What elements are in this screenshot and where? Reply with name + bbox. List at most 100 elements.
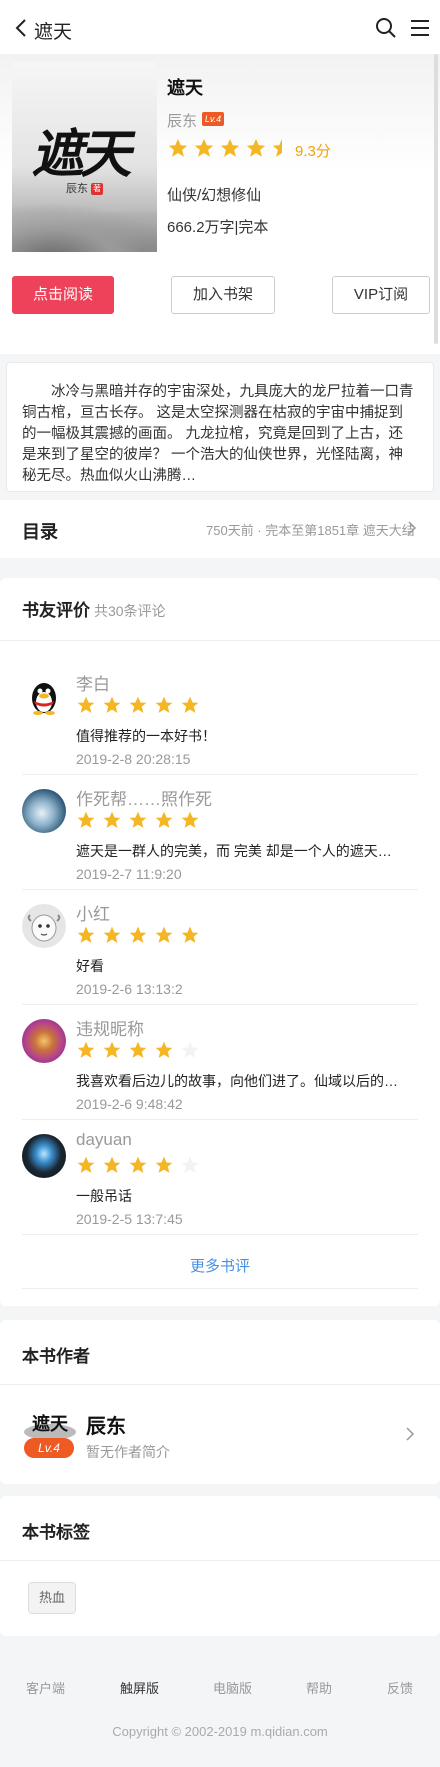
chevron-left-icon[interactable] bbox=[10, 16, 34, 40]
star-icon bbox=[194, 138, 214, 157]
cover-seal: 著 bbox=[91, 183, 104, 196]
cover-mountains bbox=[12, 202, 157, 252]
sheep-avatar bbox=[22, 904, 66, 948]
author-avatar[interactable]: 遮天 bbox=[24, 1406, 76, 1440]
book-intro-text: 冰冷与黑暗并存的宇宙深处，九具庞大的龙尸拉着一口青铜古棺，亘古长存。 这是太空探… bbox=[22, 384, 414, 484]
book-word-count: 666.2万字|完本 bbox=[167, 219, 269, 236]
star-icon bbox=[129, 1041, 147, 1058]
review-text: 遮天是一群人的完美，而 完美 却是一个人的遮天… bbox=[76, 843, 392, 859]
star-icon bbox=[129, 926, 147, 943]
review-item[interactable]: 小红 好看 2019-2-6 13:13:2 bbox=[22, 890, 418, 1005]
more-reviews-link[interactable]: 更多书评 bbox=[0, 1255, 440, 1276]
add-to-shelf-button[interactable]: 加入书架 bbox=[171, 276, 275, 314]
review-item[interactable]: dayuan 一般吊话 2019-2-5 13:7:45 bbox=[22, 1120, 418, 1235]
tags-section-title: 本书标签 bbox=[22, 1523, 90, 1542]
author-level-badge: Lv.4 bbox=[24, 1438, 74, 1458]
star-icon bbox=[103, 1156, 121, 1173]
star-icon bbox=[181, 696, 199, 713]
copyright: Copyright © 2002-2019 m.qidian.com bbox=[112, 1724, 328, 1739]
vip-subscribe-button[interactable]: VIP订阅 bbox=[332, 276, 430, 314]
review-stars bbox=[76, 695, 200, 715]
rating-stars bbox=[167, 137, 293, 159]
author-name[interactable]: 辰东 bbox=[86, 1410, 126, 1439]
review-item[interactable]: 作死帮……照作死 遮天是一群人的完美，而 完美 却是一个人的遮天… 2019-2… bbox=[22, 775, 418, 890]
footer-link-feedback[interactable]: 反馈 bbox=[387, 1678, 413, 1697]
footer-link-help[interactable]: 帮助 bbox=[306, 1678, 332, 1697]
book-cover[interactable]: 遮天 辰东 著 bbox=[12, 62, 157, 252]
star-icon bbox=[155, 811, 173, 828]
tag-chip[interactable]: 热血 bbox=[28, 1582, 76, 1614]
star-icon bbox=[129, 696, 147, 713]
review-item[interactable]: 李白 值得推荐的一本好书！ 2019-2-8 20:28:15 bbox=[22, 660, 418, 775]
review-stars bbox=[76, 1040, 200, 1060]
page-title: 遮天 bbox=[34, 22, 73, 43]
flower-avatar bbox=[22, 1019, 66, 1063]
star-icon bbox=[155, 1156, 173, 1173]
review-stars bbox=[76, 925, 200, 945]
star-icon bbox=[77, 696, 95, 713]
author-level-badge: Lv.4 bbox=[202, 112, 224, 126]
star-icon bbox=[168, 138, 188, 157]
divider bbox=[0, 1384, 440, 1385]
star-icon bbox=[77, 926, 95, 943]
book-name: 遮天 bbox=[167, 78, 203, 98]
star-icon bbox=[103, 1041, 121, 1058]
review-text: 我喜欢看后边儿的故事，向他们进了。仙域以后的… bbox=[76, 1073, 398, 1089]
empty-star-icon bbox=[181, 1041, 199, 1058]
review-time: 2019-2-5 13:7:45 bbox=[76, 1211, 183, 1227]
author-description: 暂无作者简介 bbox=[86, 1444, 170, 1460]
penguin-avatar bbox=[22, 674, 66, 718]
review-time: 2019-2-8 20:28:15 bbox=[76, 751, 191, 767]
divider bbox=[22, 1288, 418, 1289]
star-icon bbox=[103, 696, 121, 713]
chevron-right-icon[interactable] bbox=[402, 1426, 418, 1442]
review-text: 一般吊话 bbox=[76, 1188, 132, 1204]
reviews-title: 书友评价 共30条评论 bbox=[22, 601, 166, 620]
star-icon bbox=[129, 811, 147, 828]
reviewer-name: 违规昵称 bbox=[76, 1020, 144, 1039]
review-time: 2019-2-6 9:48:42 bbox=[76, 1096, 183, 1112]
divider bbox=[0, 640, 440, 641]
reviewer-name: 作死帮……照作死 bbox=[76, 790, 212, 809]
book-genre[interactable]: 仙侠/幻想修仙 bbox=[167, 184, 261, 205]
star-icon bbox=[77, 1041, 95, 1058]
cover-author: 辰东 著 bbox=[65, 183, 104, 196]
star-icon bbox=[246, 138, 266, 157]
chevron-right-icon bbox=[408, 521, 417, 535]
review-time: 2019-2-7 11:9:20 bbox=[76, 866, 182, 882]
star-icon bbox=[181, 811, 199, 828]
book-author[interactable]: 辰东 bbox=[167, 110, 197, 131]
review-text: 值得推荐的一本好书！ bbox=[76, 728, 216, 744]
reviewer-name: 小红 bbox=[76, 905, 110, 924]
half-star-icon bbox=[272, 138, 292, 157]
catalog-info: 750天前 · 完本至第1851章 遮天大结局 bbox=[206, 523, 414, 538]
search-icon[interactable] bbox=[374, 16, 398, 40]
star-icon bbox=[155, 696, 173, 713]
author-avatar-text: 遮天 bbox=[32, 1413, 69, 1435]
review-time: 2019-2-6 13:13:2 bbox=[76, 981, 183, 997]
star-icon bbox=[155, 1041, 173, 1058]
catalog-title: 目录 bbox=[22, 522, 58, 542]
review-item[interactable]: 违规昵称 我喜欢看后边儿的故事，向他们进了。仙域以后的… 2019-2-6 9:… bbox=[22, 1005, 418, 1120]
footer-link-desktop[interactable]: 电脑版 bbox=[213, 1678, 252, 1697]
author-section-title: 本书作者 bbox=[22, 1347, 90, 1366]
star-icon bbox=[103, 811, 121, 828]
star-icon bbox=[103, 926, 121, 943]
star-icon bbox=[77, 1156, 95, 1173]
review-text: 好看 bbox=[76, 958, 104, 974]
screen-avatar bbox=[22, 1134, 66, 1178]
hamburger-menu-icon[interactable] bbox=[408, 16, 432, 40]
reviewer-name: dayuan bbox=[76, 1130, 132, 1149]
divider bbox=[0, 1560, 440, 1561]
waterfall-avatar bbox=[22, 789, 66, 833]
scrollbar[interactable] bbox=[434, 54, 438, 344]
star-icon bbox=[77, 811, 95, 828]
tags-card bbox=[0, 1496, 440, 1636]
footer-link-client[interactable]: 客户端 bbox=[26, 1678, 65, 1697]
review-stars bbox=[76, 810, 200, 830]
star-icon bbox=[129, 1156, 147, 1173]
star-icon bbox=[181, 926, 199, 943]
footer-link-touch[interactable]: 触屏版 bbox=[120, 1678, 159, 1697]
reviews-count: 共30条评论 bbox=[94, 603, 166, 619]
read-button[interactable]: 点击阅读 bbox=[12, 276, 114, 314]
